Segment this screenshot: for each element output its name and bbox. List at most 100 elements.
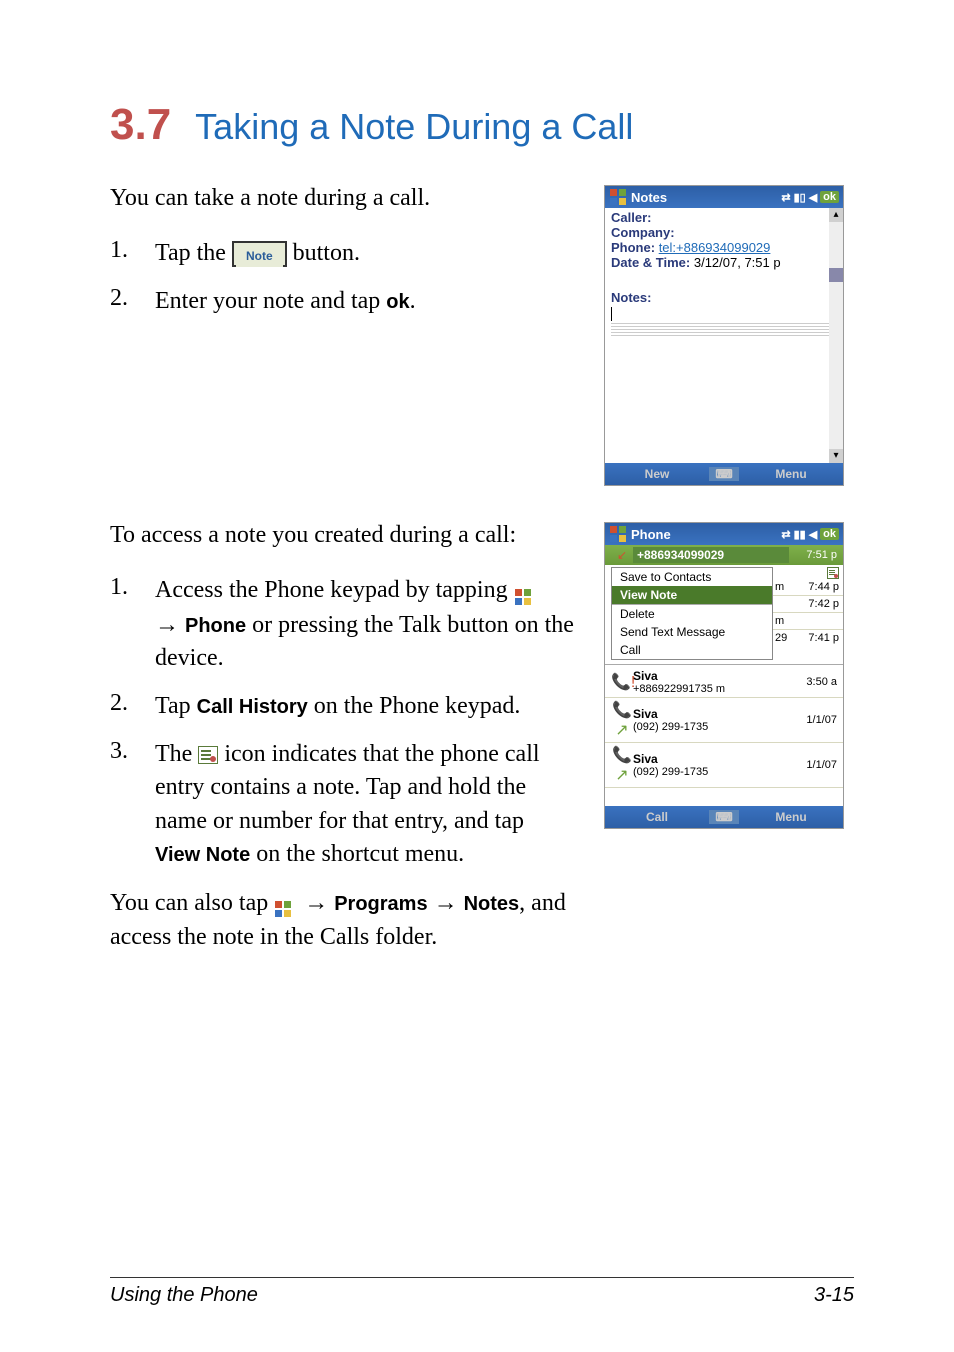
text-cursor [611,307,612,321]
step-a2-end: . [410,288,416,314]
row-time: 1/1/07 [789,759,837,771]
call-history-row[interactable]: 📞↗ Siva (092) 299-1735 1/1/07 [605,743,843,788]
menu-delete[interactable]: Delete [612,605,772,623]
step-b2-a: Tap [155,693,197,719]
partial-row-1[interactable]: m7:44 p [773,579,843,596]
connectivity-icon[interactable]: ⇄ [781,528,790,541]
outgoing-call-icon: 📞↗ [611,700,633,740]
ok-button[interactable]: ok [820,191,839,203]
step-number: 1. [110,237,155,271]
row-name: Siva [633,669,789,683]
step-b2: 2. Tap Call History on the Phone keypad. [110,690,574,724]
call-history-selected-row[interactable]: ↙ +886934099029 7:51 p [605,545,843,565]
screenshot-notes: Notes ⇄ ▮▯ ◀ ok ▴ ▾ Caller: Company: Pho [604,185,854,511]
scrollbar-track[interactable] [829,222,843,449]
volume-icon[interactable]: ◀ [809,528,817,541]
row-main: Siva (092) 299-1735 [633,752,789,778]
page-footer: Using the Phone 3-15 [110,1277,854,1307]
titlebar-icons: ⇄ ▮▯ ◀ ok [781,191,839,204]
step-body: Tap Call History on the Phone keypad. [155,690,574,724]
keyboard-icon[interactable]: ⌨ [709,467,739,481]
company-label: Company [611,225,670,240]
menu-call[interactable]: Call [612,641,772,659]
signal-icon[interactable]: ▮▯ [794,191,806,204]
partial-row-3[interactable]: m [773,612,843,630]
selected-number: +886934099029 [633,547,789,563]
row-time: 1/1/07 [789,714,837,726]
call-history-row[interactable]: 📞! Siva +886922991735 m 3:50 a [605,667,843,698]
intro-text: You can take a note during a call. [110,185,574,212]
call-history-row[interactable]: 📞↗ Siva (092) 299-1735 1/1/07 [605,698,843,743]
menubar-menu[interactable]: Menu [739,810,843,824]
volume-icon[interactable]: ◀ [809,191,817,204]
scroll-down-button[interactable]: ▾ [829,449,843,463]
row-time: 3:50 a [789,676,837,688]
step-a1-post: button. [293,240,360,266]
block-1-text: You can take a note during a call. 1. Ta… [110,185,574,522]
partial-row-2[interactable]: 7:42 p [773,596,843,612]
scroll-up-button[interactable]: ▴ [829,208,843,222]
ok-button[interactable]: ok [820,528,839,540]
phone-line: Phone: tel:+886934099029 [611,240,837,255]
step-number: 3. [110,738,155,872]
start-flag-icon[interactable] [609,188,627,206]
row-sub: +886922991735 m [633,683,789,695]
titlebar-phone: Phone ⇄ ▮▮ ◀ ok [605,523,843,545]
menu-send-text[interactable]: Send Text Message [612,623,772,641]
notes-input-line[interactable] [611,305,837,321]
caller-label: Caller [611,210,647,225]
step-b2-c: on the Phone keypad. [308,693,521,719]
menu-save-contacts[interactable]: Save to Contacts [612,568,772,586]
steps-list-a: 1. Tap the Note button. 2. Enter your no… [110,237,574,318]
phone-body: ↙ +886934099029 7:51 p Save to Contacts … [605,545,843,806]
scroll-thumb[interactable] [829,268,843,282]
titlebar-notes: Notes ⇄ ▮▯ ◀ ok [605,186,843,208]
step-number: 2. [110,690,155,724]
block-2-text: To access a note you created during a ca… [110,522,574,954]
empty-area [605,788,843,806]
start-flag-icon[interactable] [609,525,627,543]
partial-row-4[interactable]: 297:41 p [773,630,843,646]
device-notes: Notes ⇄ ▮▯ ◀ ok ▴ ▾ Caller: Company: Pho [604,185,844,486]
phone-label: Phone [185,615,246,637]
arrow-icon: → [304,889,328,916]
notes-body[interactable]: ▴ ▾ Caller: Company: Phone: tel:+8869340… [605,208,843,463]
titlebar-title: Phone [631,527,777,542]
menubar-menu[interactable]: Menu [739,467,843,481]
row-time: 7:42 p [808,598,839,610]
row-time: 7:41 p [808,632,839,644]
note-mini-icon [827,567,839,579]
phone-label: Phone [611,240,651,255]
keyboard-icon[interactable]: ⌨ [709,810,739,824]
step-a1: 1. Tap the Note button. [110,237,574,271]
menu-view-note[interactable]: View Note [612,586,772,604]
partial-rows: m7:44 p 7:42 p m 297:41 p [773,565,843,662]
steps-list-b: 1. Access the Phone keypad by tapping → … [110,574,574,872]
step-a2: 2. Enter your note and tap ok. [110,285,574,319]
arrow-icon: → [434,889,458,916]
titlebar-icons: ⇄ ▮▮ ◀ ok [781,528,839,541]
step-body: Tap the Note button. [155,237,574,271]
step-number: 1. [110,574,155,676]
device-phone: Phone ⇄ ▮▮ ◀ ok ↙ +886934099029 7:51 p [604,522,844,829]
connectivity-icon[interactable]: ⇄ [781,191,790,204]
screenshot-phone: Phone ⇄ ▮▮ ◀ ok ↙ +886934099029 7:51 p [604,522,854,854]
notes-label: Notes [464,893,520,915]
step-a1-pre: Tap the [155,240,232,266]
also-a: You can also tap [110,890,274,916]
popup-container: Save to Contacts View Note Delete Send T… [605,565,843,662]
signal-icon[interactable]: ▮▮ [794,528,806,541]
datetime-label: Date & Time [611,255,686,270]
note-button-image: Note [232,241,287,267]
footer-page-number: 3-15 [814,1284,854,1307]
menubar-call[interactable]: Call [605,810,709,824]
start-icon [514,583,532,601]
missed-call-icon: ↙ [611,548,633,562]
phone-link[interactable]: tel:+886934099029 [659,240,771,255]
section-heading: 3.7 Taking a Note During a Call [110,100,854,150]
datetime-value: 3/12/07, 7:51 p [694,255,781,270]
page: 3.7 Taking a Note During a Call You can … [0,0,954,1352]
menubar-new[interactable]: New [605,467,709,481]
step-b3-a: The [155,741,198,767]
row-sub: (092) 299-1735 [633,766,789,778]
